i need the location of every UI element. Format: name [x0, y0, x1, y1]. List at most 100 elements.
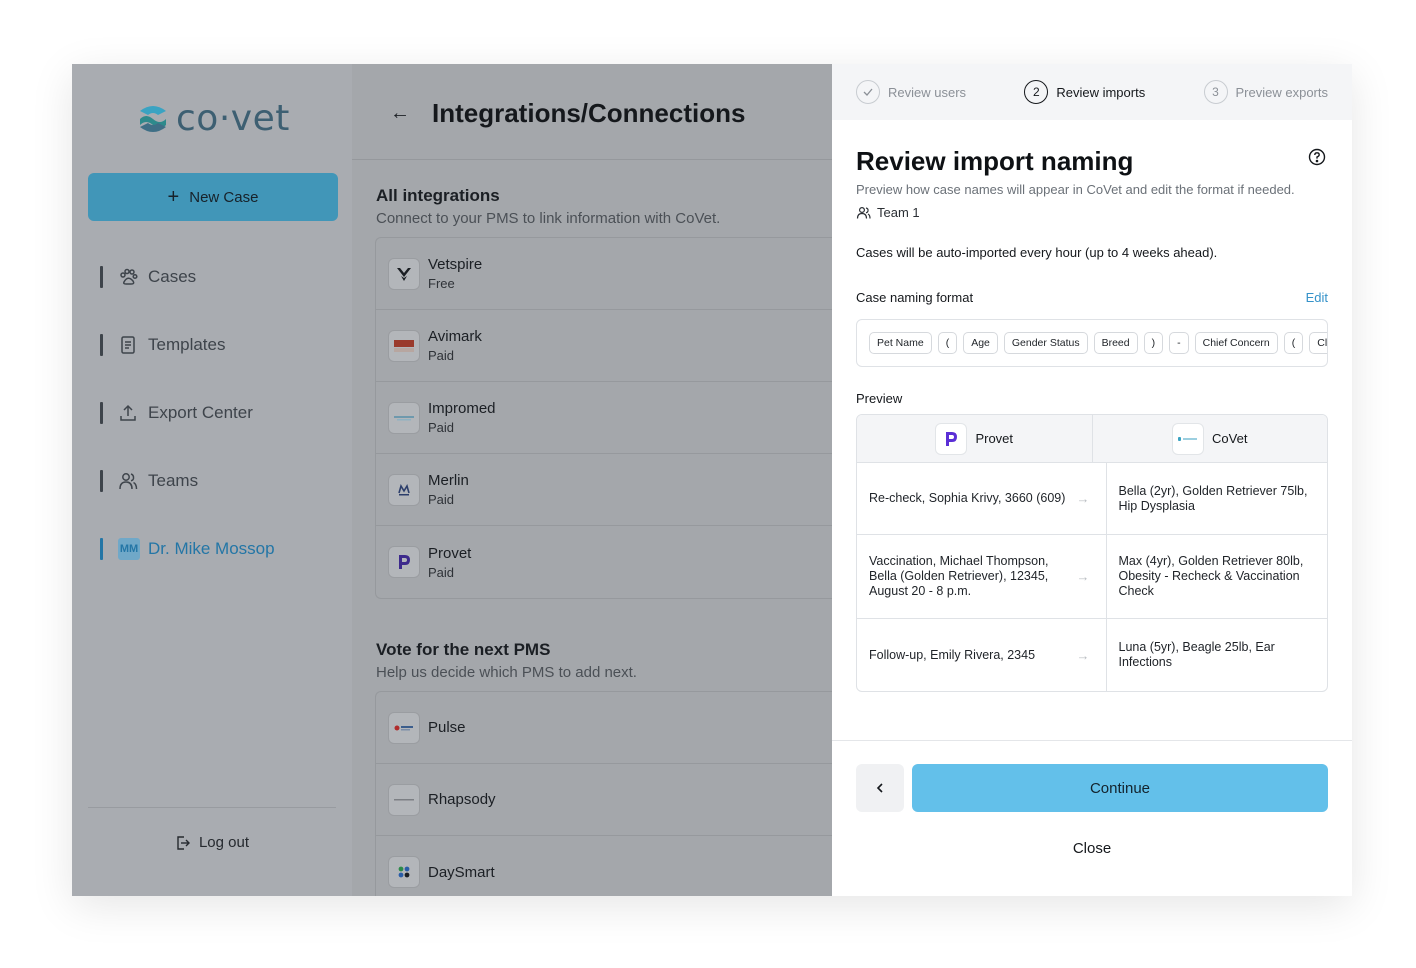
- step-review-imports[interactable]: 2 Review imports: [1024, 80, 1145, 104]
- format-chip: (: [1283, 332, 1304, 354]
- covet-logo[interactable]: co·vet: [136, 98, 290, 139]
- page-header: ← Integrations/Connections: [352, 64, 832, 160]
- provet-logo-icon: [935, 422, 968, 455]
- pulse-logo-icon: [388, 711, 420, 744]
- sidebar-item-export-center[interactable]: Export Center: [100, 398, 275, 428]
- integration-tier: Paid: [428, 564, 455, 580]
- page-title: Integrations/Connections: [432, 98, 746, 128]
- avimark-logo-icon: [388, 329, 420, 362]
- sidebar: co·vet + New Case Cases Templates Export…: [72, 64, 352, 896]
- step-label: Review imports: [1056, 84, 1146, 100]
- upload-icon: [120, 404, 136, 421]
- step-label: Preview exports: [1235, 84, 1328, 100]
- sidebar-item-templates[interactable]: Templates: [100, 330, 275, 360]
- review-import-panel: Review users 2 Review imports 3 Preview …: [832, 64, 1352, 896]
- integration-name: Merlin: [428, 472, 469, 489]
- logout-button[interactable]: Log out: [72, 834, 352, 851]
- step-number: 2: [1024, 80, 1049, 104]
- users-icon: [856, 206, 871, 219]
- rhapsody-logo-icon: [388, 783, 420, 816]
- panel-subtitle: Preview how case names will appear in Co…: [856, 182, 1295, 197]
- plus-icon: +: [167, 186, 180, 208]
- integration-name: Impromed: [428, 400, 496, 417]
- sidebar-item-teams[interactable]: Teams: [100, 466, 275, 496]
- document-icon: [121, 336, 135, 354]
- preview-row: Re-check, Sophia Krivy, 3660 (609) → Bel…: [857, 463, 1327, 535]
- vote-name: DaySmart: [428, 863, 495, 881]
- preview-row: Follow-up, Emily Rivera, 2345 → Luna (5y…: [857, 619, 1327, 691]
- merlin-logo-icon: [388, 473, 420, 506]
- new-case-button[interactable]: + New Case: [88, 173, 338, 221]
- sidebar-item-cases[interactable]: Cases: [100, 262, 275, 292]
- preview-header-label: Provet: [975, 431, 1014, 446]
- preview-provet-text: Re-check, Sophia Krivy, 3660 (609): [869, 491, 1066, 505]
- sidebar-item-label: Cases: [148, 267, 197, 286]
- close-button[interactable]: Close: [832, 840, 1352, 857]
- preview-cell-covet: Max (4yr), Golden Retriever 80lb, Obesit…: [1118, 554, 1304, 598]
- vote-title: Vote for the next PMS: [376, 640, 551, 659]
- checkmark-icon: [856, 80, 880, 104]
- continue-button[interactable]: Continue: [912, 764, 1328, 812]
- integration-row-provet[interactable]: Provet Paid: [376, 526, 845, 598]
- footer-divider: [832, 740, 1352, 741]
- preview-cell-provet: Vaccination, Michael Thompson, Bella (Go…: [857, 535, 1107, 618]
- covet-logo-icon: [1172, 422, 1205, 455]
- vote-list: Pulse Rhapsody DaySmart: [375, 691, 845, 896]
- vetspire-logo-icon: [388, 257, 420, 290]
- team-name: Team 1: [877, 205, 920, 220]
- daysmart-logo-icon: [388, 856, 420, 888]
- avatar: MM: [118, 538, 140, 560]
- sidebar-item-label: Teams: [148, 471, 199, 490]
- step-review-users[interactable]: Review users: [856, 80, 966, 104]
- preview-label: Preview: [856, 391, 903, 406]
- logout-label: Log out: [198, 834, 250, 851]
- help-icon[interactable]: [1308, 148, 1326, 166]
- team-badge: Team 1: [856, 205, 920, 220]
- format-chip: Chief Concern: [1194, 332, 1278, 354]
- preview-header-covet: CoVet: [1093, 415, 1328, 462]
- integration-row-vetspire[interactable]: Vetspire Free: [376, 238, 845, 310]
- arrow-right-icon: →: [1076, 569, 1090, 584]
- wizard-stepper: Review users 2 Review imports 3 Preview …: [832, 64, 1352, 120]
- preview-cell-covet: Bella (2yr), Golden Retriever 75lb, Hip …: [1118, 483, 1308, 513]
- edit-format-link[interactable]: Edit: [1306, 290, 1328, 305]
- users-icon: [119, 473, 138, 490]
- integration-tier: Paid: [428, 492, 455, 507]
- case-naming-format-box: Pet Name ( Age Gender Status Breed ) - C…: [856, 319, 1328, 367]
- preview-provet-text: Follow-up, Emily Rivera, 2345: [869, 647, 1036, 662]
- step-preview-exports[interactable]: 3 Preview exports: [1203, 80, 1328, 104]
- vote-row-rhapsody[interactable]: Rhapsody: [376, 764, 845, 836]
- integration-name: Avimark: [428, 328, 482, 345]
- integration-row-merlin[interactable]: Merlin Paid: [376, 454, 845, 526]
- preview-table: Provet CoVet Re-check, Sophia Krivy, 366…: [856, 414, 1328, 692]
- back-button[interactable]: [856, 764, 904, 812]
- integration-row-impromed[interactable]: Impromed Paid: [376, 382, 845, 454]
- preview-row: Vaccination, Michael Thompson, Bella (Go…: [857, 535, 1327, 619]
- preview-header-provet: Provet: [857, 415, 1093, 462]
- covet-logo-icon: [140, 105, 166, 132]
- step-label: Review users: [888, 84, 967, 100]
- integrations-list: Vetspire Free Avimark Paid Impromed Paid…: [375, 237, 845, 599]
- auto-import-note: Cases will be auto-imported every hour (…: [856, 245, 1218, 260]
- preview-table-header: Provet CoVet: [857, 415, 1327, 463]
- arrow-right-icon: →: [1076, 491, 1090, 506]
- format-chip: Age: [963, 332, 998, 354]
- vote-row-pulse[interactable]: Pulse: [376, 692, 845, 764]
- impromed-logo-icon: [388, 401, 420, 434]
- main-content: ← Integrations/Connections All integrati…: [352, 64, 845, 896]
- sidebar-divider: [88, 807, 336, 808]
- sidebar-item-profile[interactable]: MM Dr. Mike Mossop: [100, 534, 275, 564]
- case-naming-format-label: Case naming format: [856, 290, 974, 305]
- integration-tier: Paid: [428, 420, 455, 435]
- new-case-label: New Case: [189, 188, 259, 206]
- all-integrations-subtitle: Connect to your PMS to link information …: [376, 210, 721, 227]
- format-chip: ): [1143, 332, 1164, 354]
- vote-name: Rhapsody: [428, 791, 496, 808]
- integration-tier: Free: [428, 276, 455, 291]
- integration-row-avimark[interactable]: Avimark Paid: [376, 310, 845, 382]
- all-integrations-title: All integrations: [376, 186, 500, 205]
- back-arrow-icon[interactable]: ←: [390, 102, 410, 125]
- preview-header-label: CoVet: [1212, 431, 1248, 446]
- preview-cell-provet: Follow-up, Emily Rivera, 2345 →: [857, 619, 1107, 691]
- vote-row-daysmart[interactable]: DaySmart: [376, 836, 845, 896]
